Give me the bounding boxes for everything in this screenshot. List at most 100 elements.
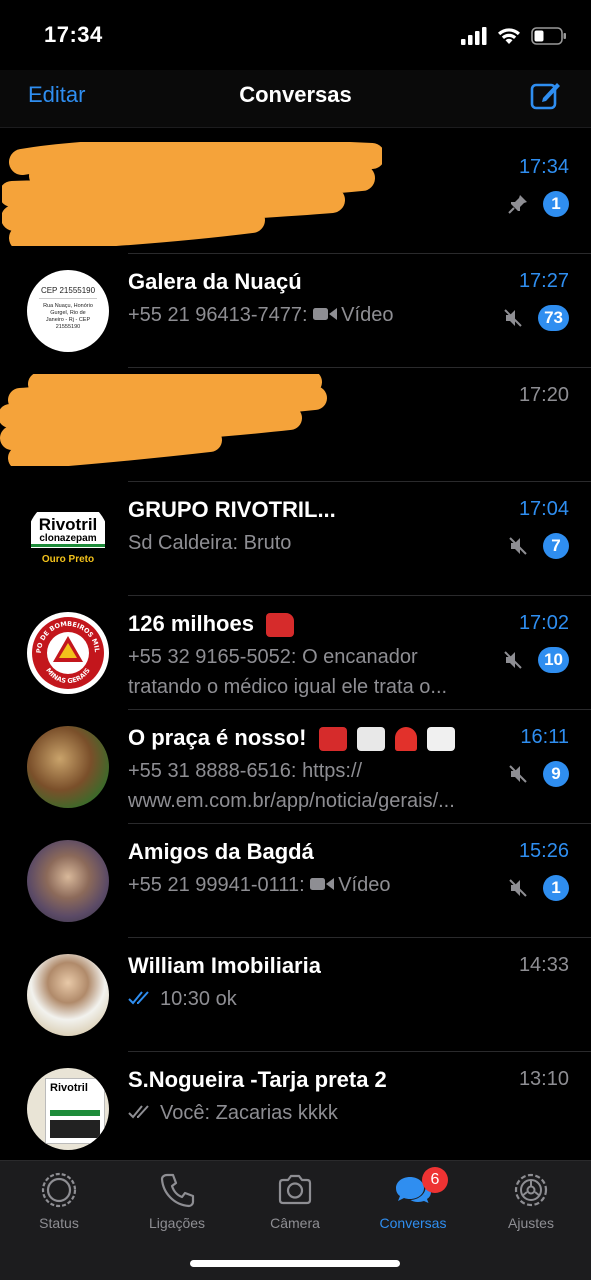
mute-icon [509,537,527,555]
tab-label: Câmera [270,1215,320,1231]
avatar: Rivotril [27,1068,109,1150]
chat-preview: +55 21 99941-0111: Vídeo [128,870,488,900]
chat-time: 17:20 [518,384,569,406]
avatar [27,726,109,808]
unread-badge: 1 [543,875,569,901]
chat-meta: 10 [502,646,569,674]
avatar-city-text: Ouro Preto [41,554,95,565]
tab-label: Conversas [379,1215,447,1231]
navigation-bar: Editar Conversas [0,70,591,128]
chat-meta: 9 [507,760,569,788]
chat-name-text: 126 milhoes [128,611,254,636]
fire-engine-emoji-icon [266,613,295,638]
page-title: Conversas [239,82,352,107]
status-bar: 17:34 [0,0,591,70]
redaction-scribble [2,142,382,246]
chat-sender: +55 21 99941-0111: [128,874,305,896]
chat-sender: +55 32 9165-5052: [128,646,297,668]
chat-name: Galera da Nuaçú [128,269,302,294]
redaction-scribble [0,374,327,466]
police-car-front-emoji-icon [426,727,455,752]
avatar: CEP 21555190 Rua Nuaçu, Honório Gurgel, … [27,270,109,352]
police-car-emoji-icon [356,727,385,752]
chat-preview: Sd Caldeira: Bruto [128,528,488,558]
chat-preview: +55 31 8888-6516: https:// www.em.com.br… [128,756,488,816]
tab-camera[interactable]: Câmera [236,1171,354,1231]
avatar-brand-box: Rivotril [45,1078,105,1144]
chat-name: 126 milhoes [128,611,295,638]
chat-row-redacted-2[interactable]: 17:20 [0,368,591,482]
gear-icon [514,1173,548,1207]
tab-conversas[interactable]: 6 Conversas [354,1167,472,1231]
status-icon [41,1172,77,1208]
pin-icon [508,195,527,214]
chat-row-126-milhoes[interactable]: CORPO DE BOMBEIROS MILITAR MINAS GERAIS … [0,596,591,710]
avatar [27,954,109,1036]
chat-row-amigos-da-bagda[interactable]: Amigos da Bagdá +55 21 99941-0111: Vídeo… [0,824,591,938]
mute-icon [509,765,527,783]
fire-engine-emoji-icon [318,727,347,752]
chat-row-s-nogueira-tarja-preta-2[interactable]: Rivotril S.Nogueira -Tarja preta 2 Você:… [0,1052,591,1166]
wifi-icon [498,28,520,44]
chat-row-william-imobiliaria[interactable]: William Imobiliaria 10:30 ok 14:33 [0,938,591,1052]
chat-time: 14:33 [518,954,569,976]
unread-count-badge: 6 [422,1167,448,1193]
read-double-check-icon [128,991,149,1005]
avatar-label-stripe [50,1110,100,1116]
emoji-row [318,727,455,752]
chat-name: O praça é nosso! [128,725,455,752]
chat-preview: +55 32 9165-5052: O encanador tratando o… [128,642,488,702]
chat-sender: Sd Caldeira: [128,532,239,554]
unread-badge: 7 [543,533,569,559]
mute-icon [509,879,527,897]
tab-label: Ajustes [508,1215,554,1231]
chat-preview-text: Vídeo [338,874,391,896]
unread-badge: 9 [543,761,569,787]
chat-time: 17:27 [518,270,569,292]
firefighter-emblem-icon: CORPO DE BOMBEIROS MILITAR MINAS GERAIS [27,612,108,693]
avatar: Rivotril clonazepam Ouro Preto [27,498,109,580]
chat-meta: 73 [502,304,569,332]
avatar-address-text: Rua Nuaçu, Honório Gurgel, Rio de Janeir… [43,303,93,330]
chat-sender: +55 21 96413-7477: [128,304,308,326]
compose-icon[interactable] [529,78,563,112]
chat-meta: 1 [507,874,569,902]
video-icon [313,308,338,321]
chat-preview-text: Zacarias kkkk [215,1102,338,1124]
tab-label: Status [39,1215,79,1231]
chat-meta: 1 [507,190,569,218]
battery-icon [531,27,566,45]
chat-preview-text: Vídeo [341,304,394,326]
chat-meta: 7 [507,532,569,560]
chat-sender: +55 31 8888-6516: [128,760,297,782]
avatar-cep-text: CEP 21555190 [39,286,97,299]
chat-preview-text: Bruto [243,532,292,554]
chat-row-o-praca-e-nosso[interactable]: O praça é nosso! +55 31 8888-6516: https… [0,710,591,824]
chat-time: 17:04 [518,498,569,520]
avatar-drug-text: clonazepam [31,533,105,547]
chat-sender: Você: [160,1102,211,1124]
mute-icon [504,651,522,669]
chat-row-redacted-1[interactable]: 17:34 1 [0,140,591,254]
mute-icon [504,309,522,327]
chat-time: 15:26 [518,840,569,862]
chat-name: William Imobiliaria [128,953,321,978]
chat-row-galera-da-nuacu[interactable]: CEP 21555190 Rua Nuaçu, Honório Gurgel, … [0,254,591,368]
cellular-signal-icon [461,27,487,45]
chat-name: Amigos da Bagdá [128,839,314,864]
avatar-label-stripe-2 [50,1120,100,1138]
chat-time: 17:02 [518,612,569,634]
tab-status[interactable]: Status [0,1171,118,1231]
chat-row-grupo-rivotril[interactable]: Rivotril clonazepam Ouro Preto GRUPO RIV… [0,482,591,596]
status-icons [461,24,567,48]
tab-ligacoes[interactable]: Ligações [118,1171,236,1231]
avatar-brand-text: Rivotril [50,1082,88,1094]
chat-name: S.Nogueira -Tarja preta 2 [128,1067,387,1092]
chat-name: GRUPO RIVOTRIL... [128,497,336,522]
chat-time: 17:34 [518,156,569,178]
chat-time: 13:10 [518,1068,569,1090]
unread-badge: 10 [538,647,569,673]
tab-label: Ligações [148,1215,206,1231]
chat-time: 16:11 [520,726,569,748]
tab-ajustes[interactable]: Ajustes [472,1171,590,1231]
